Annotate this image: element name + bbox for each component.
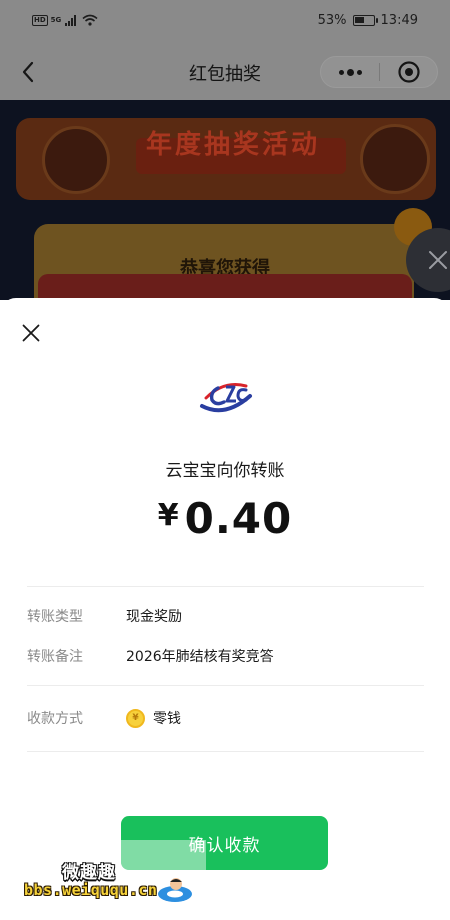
receive-method-value: 零钱 (153, 711, 181, 727)
row-label: 转账备注 (27, 649, 83, 665)
battery-icon (352, 15, 378, 26)
row-label: 转账类型 (27, 609, 83, 625)
status-time: 13:49 (380, 13, 418, 28)
status-right: 53% 13:49 (318, 13, 418, 28)
network-label: 5G (50, 16, 62, 24)
wifi-icon (82, 14, 98, 26)
confirm-receive-label: 确认收款 (188, 835, 261, 856)
banner-emblem-right (360, 124, 430, 194)
mini-program-close-icon (397, 61, 420, 83)
battery-percent: 53% (317, 13, 347, 28)
divider (27, 586, 424, 587)
hd-badge: HD (32, 14, 48, 26)
banner-emblem-left (42, 126, 110, 194)
mini-program-close-button[interactable] (380, 57, 437, 87)
currency-symbol: ¥ (157, 498, 179, 533)
nav-bar: 红包抽奖 (0, 44, 450, 100)
transfer-sheet: 云宝宝向你转账 ¥0.40 转账类型 现金奖励 转账备注 2026年肺结核有奖竞… (0, 298, 450, 920)
amount-value: 0.40 (184, 494, 293, 543)
row-value: ¥ 零钱 (126, 708, 181, 728)
mini-program-capsule (320, 56, 438, 88)
battery-fill (354, 17, 364, 23)
status-bar: HD 5G 53% 13:49 (0, 0, 450, 44)
transfer-amount: ¥0.40 (0, 494, 450, 543)
sender-text: 云宝宝向你转账 (165, 461, 285, 481)
swim-ring-icon (158, 878, 192, 902)
detail-row-remark: 转账备注 2026年肺结核有奖竞答 (27, 644, 424, 668)
wallet-coin-icon: ¥ (126, 708, 145, 728)
sender-logo (200, 383, 252, 413)
more-button[interactable] (321, 57, 379, 87)
signal-icon (65, 14, 77, 26)
row-value: 2026年肺结核有奖竞答 (126, 649, 274, 665)
status-left: HD 5G (32, 14, 98, 26)
detail-row-receive-method[interactable]: 收款方式 ¥ 零钱 (27, 706, 424, 730)
confirm-receive-button[interactable]: 确认收款 (121, 816, 328, 870)
watermark-site-name: 微趣趣 (62, 863, 116, 883)
row-label: 收款方式 (27, 711, 83, 727)
close-icon (429, 251, 447, 269)
sheet-close-button[interactable] (16, 318, 46, 348)
divider (27, 685, 424, 686)
banner-text: 年度抽奖活动 (146, 130, 321, 160)
lottery-background: 年度抽奖活动 恭喜您获得 (0, 100, 450, 300)
detail-row-type: 转账类型 现金奖励 (27, 604, 424, 628)
row-value: 现金奖励 (126, 609, 182, 625)
close-icon (22, 324, 40, 342)
more-dots-icon (338, 68, 362, 76)
divider (27, 751, 424, 752)
watermark-url: bbs.weiququ.cn (24, 881, 158, 899)
prize-dialog-redpacket (38, 274, 412, 300)
